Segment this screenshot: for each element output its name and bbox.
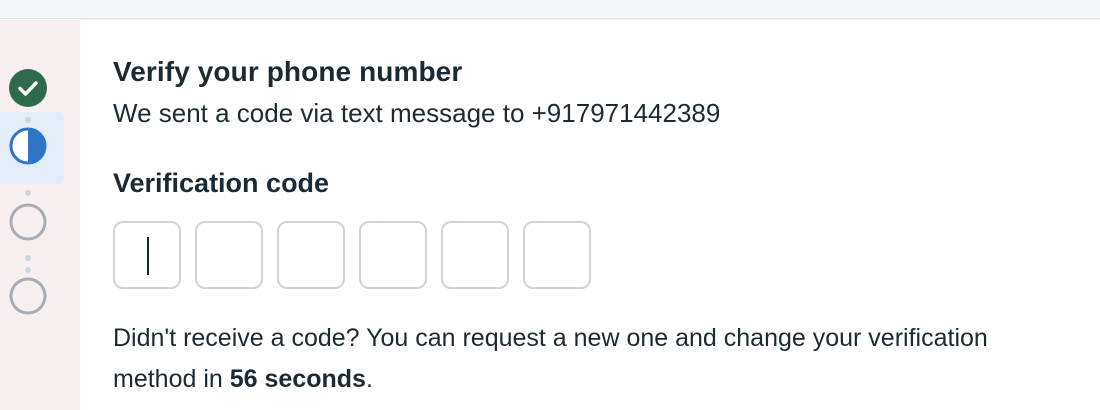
step-completed xyxy=(8,68,48,113)
progress-stepper xyxy=(0,20,80,410)
verification-code-inputs xyxy=(113,221,591,289)
verification-code-label: Verification code xyxy=(113,168,330,198)
empty-circle-icon xyxy=(8,276,48,321)
code-digit-input-3[interactable] xyxy=(277,221,345,289)
step-connector-dot xyxy=(25,267,31,273)
code-digit-input-5[interactable] xyxy=(441,221,509,289)
resend-code-message: Didn't receive a code? You can request a… xyxy=(113,318,1013,400)
resend-help-suffix: . xyxy=(365,365,373,393)
step-connector-dot xyxy=(25,117,31,123)
code-digit-input-6[interactable] xyxy=(523,221,591,289)
resend-countdown: 56 seconds xyxy=(229,365,366,393)
empty-circle-icon xyxy=(8,202,48,247)
code-digit-input-2[interactable] xyxy=(195,221,263,289)
verification-card: Verify your phone number We sent a code … xyxy=(80,20,1100,410)
step-current xyxy=(8,126,48,171)
page-title: Verify your phone number xyxy=(113,56,463,87)
half-circle-icon xyxy=(8,126,48,171)
top-strip xyxy=(0,0,1100,19)
step-connector-dot xyxy=(25,190,31,196)
step-pending xyxy=(8,202,48,247)
code-sent-message: We sent a code via text message to +9179… xyxy=(113,98,721,128)
step-connector-dot xyxy=(25,255,31,261)
code-digit-input-1[interactable] xyxy=(113,221,181,289)
code-digit-input-4[interactable] xyxy=(359,221,427,289)
step-pending xyxy=(8,276,48,321)
check-circle-icon xyxy=(8,68,48,113)
text-caret xyxy=(147,237,149,275)
